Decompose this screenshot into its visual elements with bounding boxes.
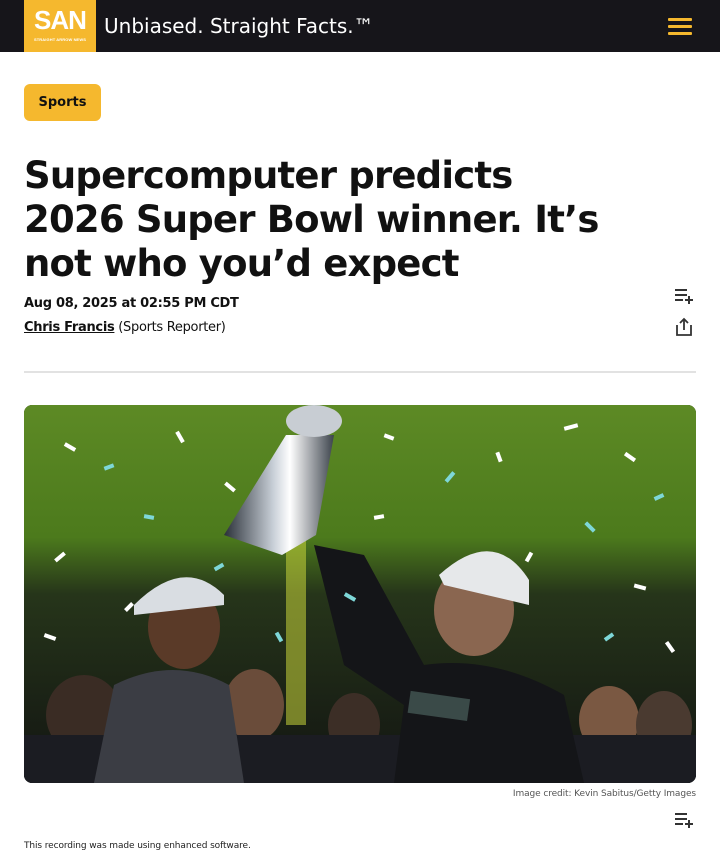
recording-footnote: This recording was made using enhanced s… [24,841,251,851]
site-logo[interactable]: SAN STRAIGHT ARROW NEWS [24,0,96,52]
site-tagline: Unbiased. Straight Facts.™ [104,14,374,38]
logo-subtext: STRAIGHT ARROW NEWS [34,37,86,42]
image-credit: Image credit: Kevin Sabitus/Getty Images [512,789,696,799]
hamburger-menu-icon[interactable] [666,17,694,35]
playlist-add-icon[interactable] [672,808,696,832]
share-icon[interactable] [672,315,696,339]
byline: Chris Francis (Sports Reporter) [24,319,226,336]
site-header: SAN STRAIGHT ARROW NEWS Unbiased. Straig… [0,0,720,52]
hero-image [24,405,696,783]
logo-text: SAN [34,5,87,35]
article-headline: Supercomputer predicts 2026 Super Bowl w… [24,154,599,285]
publish-date: Aug 08, 2025 at 02:55 PM CDT [24,296,239,311]
author-role: (Sports Reporter) [118,320,226,335]
category-tag[interactable]: Sports [24,84,101,121]
playlist-add-icon[interactable] [672,284,696,308]
section-divider [24,371,696,373]
author-link[interactable]: Chris Francis [24,320,115,335]
